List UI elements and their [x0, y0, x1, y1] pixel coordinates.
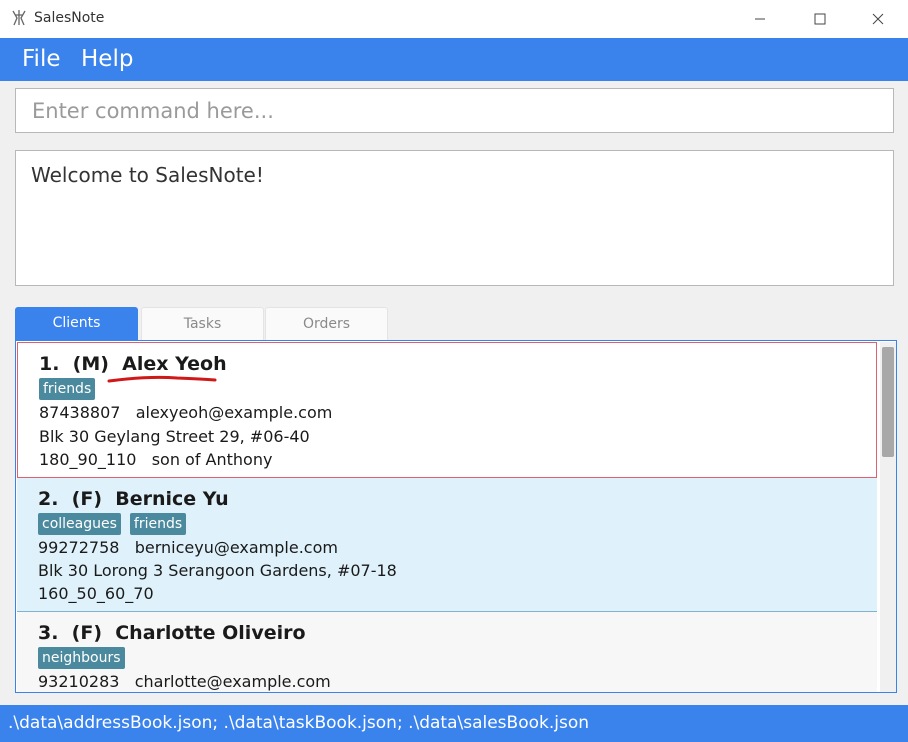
menu-file[interactable]: File — [22, 46, 61, 72]
app-icon — [12, 10, 26, 26]
window-title: SalesNote — [34, 10, 105, 26]
vertical-scrollbar[interactable] — [880, 342, 896, 692]
client-header: 3. (F) Charlotte Oliveiro — [38, 622, 306, 644]
client-list[interactable]: 1. (M) Alex Yeoh friends 87438807 alexye… — [15, 340, 897, 693]
client-contact: 87438807 alexyeoh@example.com — [39, 403, 333, 422]
tag: friends — [39, 378, 96, 400]
tag-list: colleagues friends — [38, 513, 187, 535]
list-item[interactable]: 2. (F) Bernice Yu colleagues friends 992… — [17, 478, 877, 612]
list-item[interactable]: 3. (F) Charlotte Oliveiro neighbours 932… — [17, 612, 877, 692]
menu-help[interactable]: Help — [81, 46, 133, 72]
scrollbar-thumb[interactable] — [882, 347, 894, 457]
menu-bar: File Help — [0, 38, 908, 81]
tag-list: friends — [39, 378, 96, 400]
close-icon — [872, 13, 884, 25]
result-text: Welcome to SalesNote! — [31, 163, 264, 187]
status-bar: .\data\addressBook.json; .\data\taskBook… — [0, 705, 908, 742]
tab-tasks[interactable]: Tasks — [141, 307, 264, 340]
client-contact: 99272758 berniceyu@example.com — [38, 538, 338, 557]
list-item[interactable]: 1. (M) Alex Yeoh friends 87438807 alexye… — [17, 342, 877, 478]
tag: friends — [129, 513, 187, 535]
client-header: 2. (F) Bernice Yu — [38, 488, 229, 510]
status-text: .\data\addressBook.json; .\data\taskBook… — [8, 713, 590, 733]
client-address: Blk 30 Geylang Street 29, #06-40 — [39, 427, 310, 446]
minimize-button[interactable] — [730, 0, 790, 38]
command-input[interactable] — [16, 89, 893, 132]
name-underline-annotation — [107, 375, 217, 383]
tag: neighbours — [38, 647, 125, 669]
result-display[interactable]: Welcome to SalesNote! — [15, 150, 894, 286]
client-header: 1. (M) Alex Yeoh — [39, 353, 227, 375]
command-box — [15, 88, 894, 133]
client-extra: 160_50_60_70 — [38, 584, 154, 603]
maximize-button[interactable] — [790, 0, 850, 38]
client-address: Blk 30 Lorong 3 Serangoon Gardens, #07-1… — [38, 561, 397, 580]
tag: colleagues — [38, 513, 121, 535]
title-bar: SalesNote — [0, 0, 908, 38]
maximize-icon — [814, 13, 826, 25]
client-extra: 180_90_110 son of Anthony — [39, 450, 273, 469]
tab-orders[interactable]: Orders — [265, 307, 388, 340]
client-contact: 93210283 charlotte@example.com — [38, 672, 331, 691]
tab-clients[interactable]: Clients — [15, 307, 138, 340]
minimize-icon — [755, 18, 765, 20]
close-button[interactable] — [848, 0, 908, 38]
tag-list: neighbours — [38, 647, 125, 669]
